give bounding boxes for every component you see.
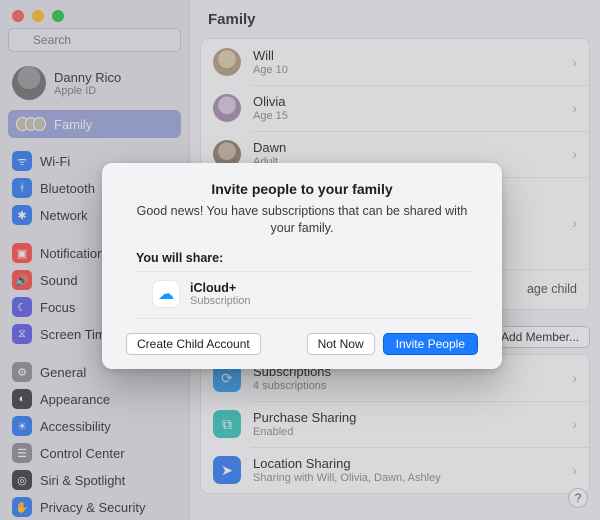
sheet-lead: Good news! You have subscriptions that c…	[130, 203, 474, 237]
create-child-button[interactable]: Create Child Account	[126, 333, 261, 355]
invite-sheet: Invite people to your family Good news! …	[102, 163, 502, 369]
share-item: ☁ iCloud+ Subscription	[134, 271, 470, 319]
not-now-button[interactable]: Not Now	[307, 333, 375, 355]
share-item-title: iCloud+	[190, 281, 251, 295]
share-label: You will share:	[118, 251, 486, 271]
share-item-sub: Subscription	[190, 295, 251, 307]
invite-people-button[interactable]: Invite People	[383, 333, 478, 355]
cloud-icon: ☁	[152, 280, 180, 308]
sheet-title: Invite people to your family	[118, 181, 486, 197]
